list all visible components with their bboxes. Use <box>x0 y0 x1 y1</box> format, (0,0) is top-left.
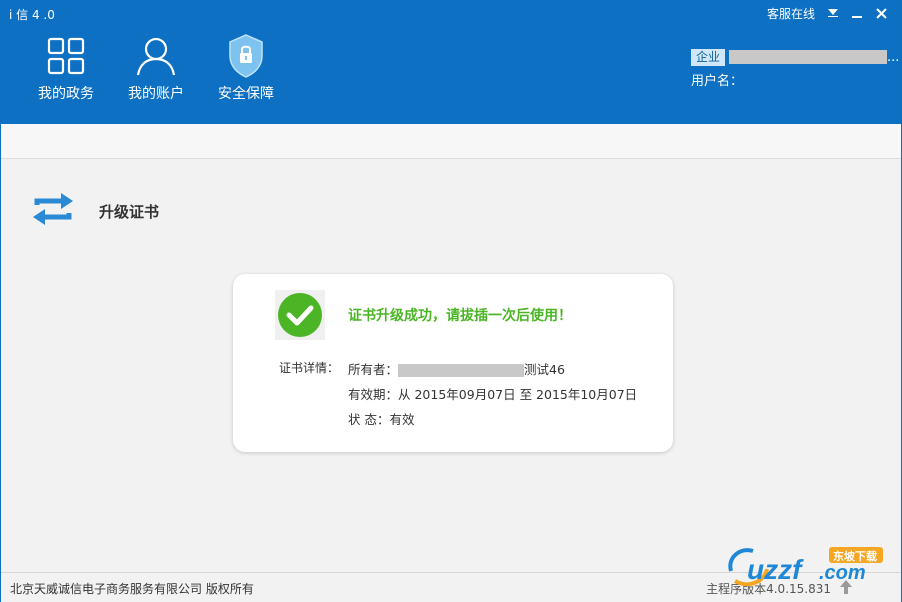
dropdown-icon[interactable] <box>821 4 845 22</box>
success-check-icon <box>275 290 325 340</box>
enterprise-badge: 企业 <box>691 48 726 66</box>
status-row: 状 态：有效 <box>348 412 415 427</box>
nav-item-my-affairs[interactable]: 我的政务 <box>21 35 111 107</box>
svg-text:uzzf: uzzf <box>747 554 804 585</box>
close-button[interactable] <box>869 4 893 22</box>
swap-arrows-icon <box>31 191 75 231</box>
window-controls: 客服在线 <box>767 4 893 22</box>
section-title: 升级证书 <box>99 202 160 221</box>
nav-item-my-account[interactable]: 我的账户 <box>111 35 201 107</box>
validity-row: 有效期：从 2015年09月07日 至 2015年10月07日 <box>348 387 638 402</box>
owner-row: 所有者： 测试46 <box>348 357 637 382</box>
nav-label: 我的账户 <box>128 86 184 102</box>
main-nav: 我的政务 我的账户 安全保障 <box>21 34 291 107</box>
nav-item-security[interactable]: 安全保障 <box>201 34 291 107</box>
redacted-owner-name <box>398 364 525 377</box>
app-window: i 信 4 .0 客服在线 我的政务 我的账户 安全保障 企业 ... 用户名：… <box>0 0 902 602</box>
copyright-text: 北京天威诚信电子商务服务有限公司 版权所有 <box>10 582 254 596</box>
svg-text:.com: .com <box>819 562 866 584</box>
shield-icon <box>225 34 267 78</box>
certificate-details: 所有者： 测试46 有效期：从 2015年09月07日 至 2015年10月07日… <box>348 357 637 432</box>
grid-icon <box>45 35 87 77</box>
header-bar: i 信 4 .0 客服在线 我的政务 我的账户 安全保障 企业 ... 用户名： <box>1 1 901 124</box>
section-header: 升级证书 <box>31 191 159 231</box>
owner-label: 所有者： <box>348 362 399 377</box>
minimize-button[interactable] <box>845 4 869 22</box>
toolbar-strip <box>1 124 901 159</box>
user-icon <box>135 35 177 77</box>
svg-text:东坡下载: 东坡下载 <box>833 549 877 563</box>
details-label: 证书详情： <box>279 361 340 375</box>
username-label: 用户名： <box>691 74 744 89</box>
nav-label: 安全保障 <box>218 86 274 102</box>
result-card: 证书升级成功，请拔插一次后使用！ 证书详情： 所有者： 测试46 有效期：从 20… <box>233 274 673 452</box>
redacted-company-name <box>729 50 888 64</box>
owner-suffix: 测试46 <box>524 362 565 377</box>
nav-label: 我的政务 <box>38 86 94 102</box>
window-title: i 信 4 .0 <box>9 8 55 22</box>
watermark-logo: uzzf .com 东坡下载 <box>725 541 895 591</box>
user-info: 企业 ... 用户名： <box>691 48 899 89</box>
customer-service-link[interactable]: 客服在线 <box>767 5 815 22</box>
success-message: 证书升级成功，请拔插一次后使用！ <box>348 308 572 324</box>
company-name-ellipsis: ... <box>887 49 900 65</box>
